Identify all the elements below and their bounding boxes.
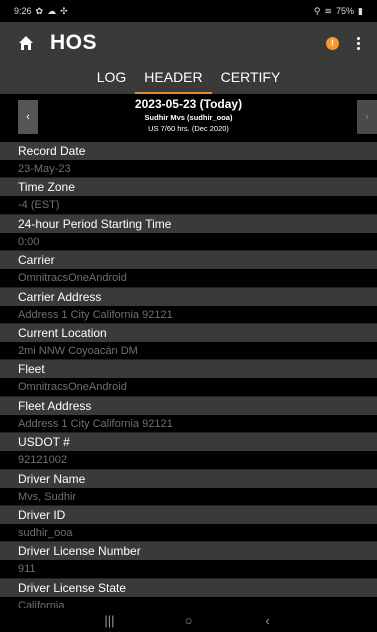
field-value: California	[18, 599, 65, 608]
battery-level: 75%	[336, 6, 355, 16]
next-day-button[interactable]: ›	[357, 100, 377, 134]
location-pin-icon: ⚲	[313, 5, 321, 16]
tab-bar: LOG HEADER CERTIFY	[0, 64, 377, 94]
field-value: OmnitracsOneAndroid	[18, 272, 127, 285]
field-label: 24-hour Period Starting Time	[0, 214, 377, 233]
field-period-start: 24-hour Period Starting Time 0:00	[0, 214, 377, 252]
field-usdot: USDOT # 92121002	[0, 433, 377, 470]
field-value: OmnitracsOneAndroid	[18, 381, 127, 394]
battery-icon: ▮	[358, 5, 363, 16]
field-value: 23-May-23	[18, 163, 71, 175]
date-block: 2023-05-23 (Today) Sudhir Mvs (sudhir_oo…	[0, 97, 377, 133]
field-label: Time Zone	[0, 178, 377, 197]
cloud-icon: ☁	[47, 5, 57, 16]
field-label: Current Location	[0, 323, 377, 342]
app-title: HOS	[50, 31, 98, 54]
home-button[interactable]: ○	[174, 613, 204, 628]
field-value: Address 1 City California 92121	[18, 417, 173, 430]
wifi-icon: ≋	[324, 5, 333, 16]
field-value: Mvs, Sudhir	[18, 490, 77, 503]
field-value: -4 (EST)	[18, 199, 60, 212]
field-label: Fleet Address	[0, 396, 377, 415]
field-label: Fleet	[0, 360, 377, 379]
field-label: Driver License State	[0, 578, 377, 597]
date-header: ‹ 2023-05-23 (Today) Sudhir Mvs (sudhir_…	[0, 94, 377, 142]
app-bar: HOS !	[0, 22, 377, 64]
field-label: Record Date	[0, 142, 377, 160]
field-value: 92121002	[18, 454, 67, 467]
status-left: 9:26 ✿ ☁ ✣	[14, 6, 68, 17]
field-license-number: Driver License Number 911	[0, 542, 377, 579]
chevron-right-icon: ›	[365, 111, 369, 123]
field-record-date: Record Date 23-May-23	[0, 142, 377, 179]
status-right: ⚲ ≋ 75% ▮	[314, 6, 363, 17]
recents-button[interactable]: |||	[95, 613, 125, 628]
field-value: Address 1 City California 92121	[18, 308, 173, 321]
field-fleet-address: Fleet Address Address 1 City California …	[0, 396, 377, 434]
tab-log[interactable]: LOG	[88, 64, 136, 94]
back-button[interactable]: ‹	[253, 613, 283, 628]
field-value: sudhir_ooa	[18, 526, 73, 539]
field-carrier-address: Carrier Address Address 1 City Californi…	[0, 287, 377, 324]
field-label: Driver Name	[0, 469, 377, 488]
field-time-zone: Time Zone -4 (EST)	[0, 178, 377, 215]
field-carrier: Carrier OmnitracsOneAndroid	[0, 251, 377, 288]
home-icon[interactable]	[14, 31, 38, 55]
alert-icon[interactable]: !	[326, 36, 339, 50]
field-license-state: Driver License State California	[0, 578, 377, 608]
driver-name: Sudhir Mvs (sudhir_ooa)	[144, 113, 233, 122]
overflow-menu-icon[interactable]	[353, 34, 363, 52]
system-nav-bar: ||| ○ ‹	[0, 608, 377, 632]
header-fields-list[interactable]: Record Date 23-May-23 Time Zone -4 (EST)…	[0, 142, 377, 608]
field-label: USDOT #	[0, 433, 377, 452]
status-time: 9:26	[14, 6, 32, 16]
hos-rule: US 7/60 hrs. (Dec 2020)	[148, 124, 229, 133]
location-icon: ✣	[60, 5, 68, 16]
field-value: 0:00	[18, 235, 40, 248]
field-fleet: Fleet OmnitracsOneAndroid	[0, 360, 377, 397]
field-label: Carrier	[0, 251, 377, 270]
tab-certify[interactable]: CERTIFY	[212, 64, 290, 94]
field-value: 911	[18, 563, 36, 576]
field-value: 2mi NNW Coyoacán DM	[18, 344, 138, 357]
field-current-location: Current Location 2mi NNW Coyoacán DM	[0, 323, 377, 361]
field-label: Driver License Number	[0, 542, 377, 561]
tab-header[interactable]: HEADER	[135, 64, 212, 94]
field-driver-id: Driver ID sudhir_ooa	[0, 505, 377, 543]
status-bar: 9:26 ✿ ☁ ✣ ⚲ ≋ 75% ▮	[0, 0, 377, 22]
field-label: Carrier Address	[0, 287, 377, 306]
settings-icon: ✿	[35, 5, 44, 16]
field-label: Driver ID	[0, 505, 377, 524]
log-date: 2023-05-23 (Today)	[134, 97, 243, 111]
field-driver-name: Driver Name Mvs, Sudhir	[0, 469, 377, 506]
